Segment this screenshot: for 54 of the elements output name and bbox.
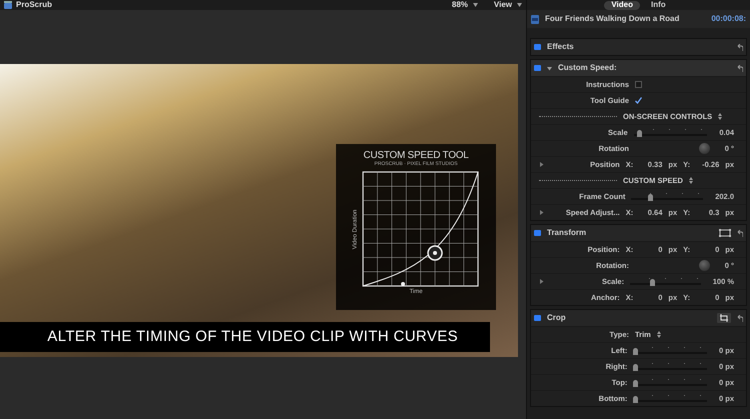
overlay-title: CUSTOM SPEED TOOL: [363, 151, 469, 161]
enable-checkbox[interactable]: [534, 44, 541, 50]
slider-track[interactable]: [634, 128, 708, 136]
slider-track[interactable]: [633, 378, 707, 386]
curve-handle-end[interactable]: [401, 282, 405, 286]
enable-checkbox[interactable]: [534, 230, 541, 236]
caption: ALTER THE TIMING OF THE VIDEO CLIP WITH CURVES: [0, 322, 490, 352]
zoom-menu[interactable]: 88%: [452, 1, 478, 9]
reset-icon[interactable]: [737, 64, 743, 72]
view-menu[interactable]: View: [494, 1, 522, 9]
section-title: Custom Speed:: [558, 62, 617, 74]
slider-track[interactable]: [633, 394, 707, 402]
disclosure-triangle-icon[interactable]: [539, 279, 544, 284]
disclosure-triangle-icon[interactable]: [539, 162, 544, 167]
slider-thumb[interactable]: [633, 364, 638, 370]
disclosure-triangle-icon[interactable]: [539, 210, 544, 215]
reset-icon[interactable]: [737, 230, 743, 236]
timecode: 00:00:08:: [711, 13, 746, 25]
slider-thumb[interactable]: [633, 396, 638, 402]
section-title: Transform: [547, 227, 586, 239]
caret-icon: [517, 3, 522, 7]
crop-icon[interactable]: [717, 313, 731, 323]
disclosure-triangle-icon[interactable]: [547, 66, 552, 70]
film-icon: [531, 14, 539, 24]
enable-checkbox[interactable]: [534, 65, 541, 71]
transform-icon[interactable]: [719, 229, 731, 237]
app-title: ProScrub: [16, 1, 52, 9]
stepper-icon[interactable]: [718, 113, 722, 120]
slider-thumb[interactable]: [637, 130, 642, 136]
clapper-icon: [4, 1, 12, 9]
slider-track[interactable]: [633, 362, 707, 370]
slider-track[interactable]: [631, 192, 704, 200]
reset-icon[interactable]: [737, 44, 743, 50]
inspector-tab[interactable]: Info: [644, 0, 673, 10]
slider-track[interactable]: [633, 346, 707, 354]
slider-thumb[interactable]: [633, 348, 638, 354]
stepper-icon[interactable]: [688, 177, 693, 184]
section-title: Crop: [547, 312, 566, 324]
enable-checkbox[interactable]: [534, 315, 541, 321]
slider-thumb[interactable]: [648, 194, 653, 200]
reset-icon[interactable]: [737, 314, 743, 322]
caret-icon: [472, 3, 478, 7]
checkbox[interactable]: [635, 97, 642, 104]
curve-handle[interactable]: [427, 245, 443, 261]
section-title: Effects: [547, 41, 574, 53]
rotation-dial[interactable]: [699, 260, 710, 271]
rotation-dial[interactable]: [699, 143, 710, 154]
slider-thumb[interactable]: [633, 380, 638, 386]
slider-track[interactable]: [630, 278, 701, 286]
inspector-tab[interactable]: Video: [604, 0, 640, 10]
clip-title: Four Friends Walking Down a Road: [545, 13, 680, 25]
slider-thumb[interactable]: [650, 278, 655, 286]
stepper-icon: [656, 331, 661, 338]
checkbox[interactable]: [635, 81, 642, 88]
